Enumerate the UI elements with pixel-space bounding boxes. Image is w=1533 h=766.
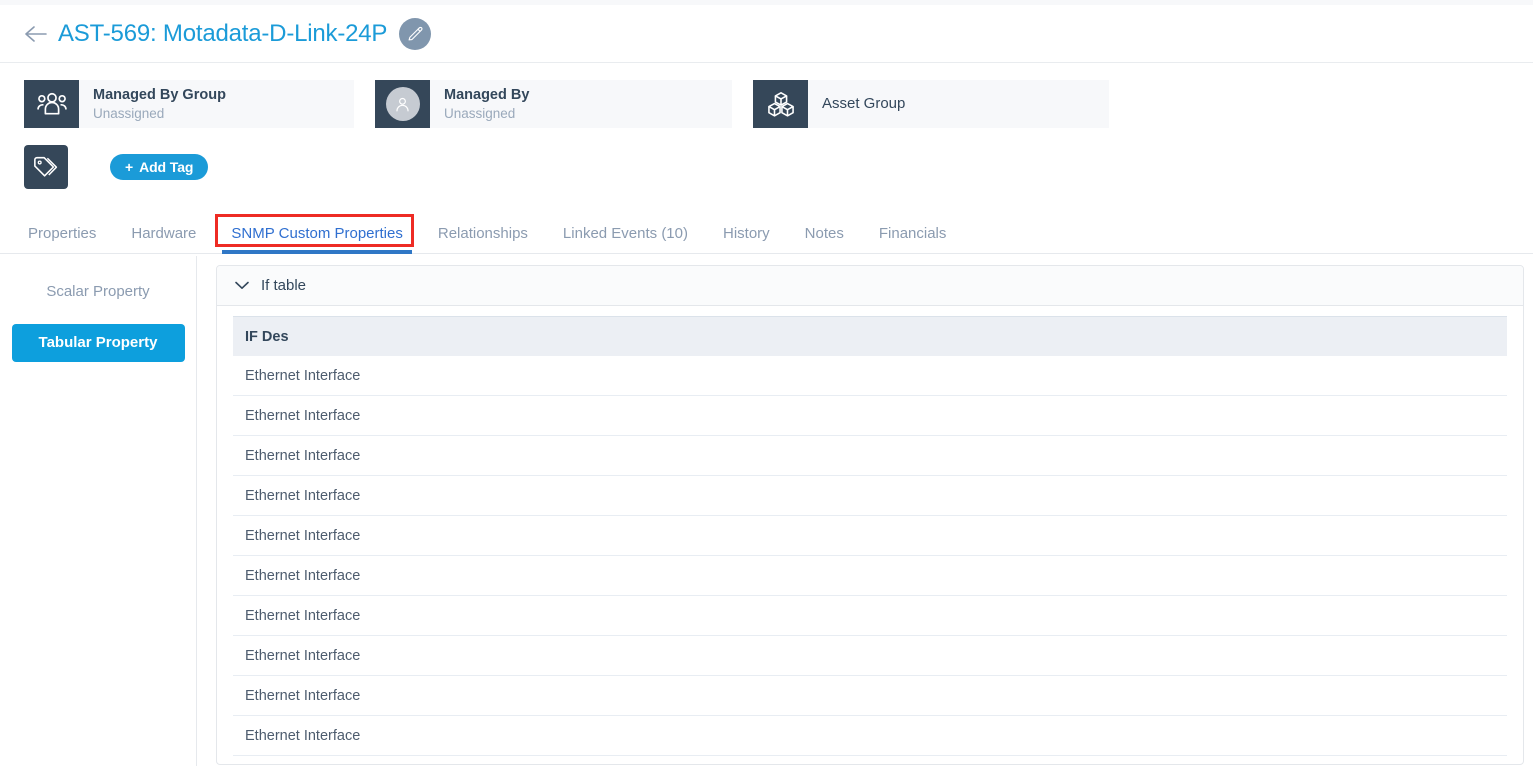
table-container: IF Des Ethernet InterfaceEthernet Interf…: [217, 306, 1523, 756]
tabs-bar: Properties Hardware SNMP Custom Properties…: [0, 214, 1533, 254]
add-tag-label: Add Tag: [139, 159, 193, 175]
card-managed-by-group[interactable]: Managed By Group Unassigned: [24, 80, 354, 128]
property-type-sidebar: Scalar Property Tabular Property: [0, 256, 197, 766]
table-cell: Ethernet Interface: [245, 608, 360, 624]
title-bar: AST-569: Motadata-D-Link-24P: [0, 5, 1533, 63]
table-cell: Ethernet Interface: [245, 528, 360, 544]
card-body: Asset Group: [808, 80, 1109, 128]
column-header: IF Des: [245, 329, 289, 345]
card-label: Managed By: [444, 87, 718, 104]
card-value: Unassigned: [444, 105, 718, 122]
table-cell: Ethernet Interface: [245, 648, 360, 664]
tab-snmp-custom-properties[interactable]: SNMP Custom Properties: [231, 225, 402, 253]
content-area: Scalar Property Tabular Property If table…: [0, 256, 1533, 766]
table-cell: Ethernet Interface: [245, 728, 360, 744]
table-cell: Ethernet Interface: [245, 448, 360, 464]
tab-properties[interactable]: Properties: [28, 225, 96, 253]
tab-relationships[interactable]: Relationships: [438, 225, 528, 253]
table-row[interactable]: Ethernet Interface: [233, 636, 1507, 676]
table-cell: Ethernet Interface: [245, 688, 360, 704]
table-row[interactable]: Ethernet Interface: [233, 516, 1507, 556]
card-body: Managed By Unassigned: [430, 80, 732, 128]
page-title: AST-569: Motadata-D-Link-24P: [58, 20, 387, 48]
card-body: Managed By Group Unassigned: [79, 80, 354, 128]
table-row[interactable]: Ethernet Interface: [233, 396, 1507, 436]
avatar: [386, 87, 420, 121]
card-label: Asset Group: [822, 80, 1095, 128]
card-managed-by[interactable]: Managed By Unassigned: [375, 80, 732, 128]
table-wrap: If table IF Des Ethernet InterfaceEthern…: [197, 256, 1533, 766]
tabular-property-panel: If table IF Des Ethernet InterfaceEthern…: [216, 265, 1524, 765]
sidebar-item-scalar-property[interactable]: Scalar Property: [0, 278, 196, 306]
plus-icon: +: [125, 159, 133, 175]
accordion-header-if-table[interactable]: If table: [217, 266, 1523, 306]
user-avatar-icon: [375, 80, 430, 128]
card-label: Managed By Group: [93, 87, 340, 104]
table-row[interactable]: Ethernet Interface: [233, 556, 1507, 596]
table-cell: Ethernet Interface: [245, 488, 360, 504]
tab-linked-events-10[interactable]: Linked Events (10): [563, 225, 688, 253]
back-arrow-icon[interactable]: [24, 22, 48, 46]
table-row[interactable]: Ethernet Interface: [233, 436, 1507, 476]
table-row[interactable]: Ethernet Interface: [233, 676, 1507, 716]
asset-detail-page: AST-569: Motadata-D-Link-24P: [0, 0, 1533, 766]
boxes-icon: [753, 80, 808, 128]
card-asset-group[interactable]: Asset Group: [753, 80, 1109, 128]
table-header-row: IF Des: [233, 317, 1507, 356]
tab-financials[interactable]: Financials: [879, 225, 947, 253]
tab-history[interactable]: History: [723, 225, 770, 253]
pencil-icon[interactable]: [399, 18, 431, 50]
table-row[interactable]: Ethernet Interface: [233, 476, 1507, 516]
table-row[interactable]: Ethernet Interface: [233, 356, 1507, 396]
accordion-title: If table: [261, 277, 306, 294]
table-row[interactable]: Ethernet Interface: [233, 596, 1507, 636]
tag-row: + Add Tag: [24, 145, 208, 189]
add-tag-button[interactable]: + Add Tag: [110, 154, 208, 180]
tags-icon: [24, 145, 68, 189]
table-cell: Ethernet Interface: [245, 408, 360, 424]
card-value: Unassigned: [93, 105, 340, 122]
table-inner: IF Des Ethernet InterfaceEthernet Interf…: [233, 316, 1507, 756]
sidebar-item-tabular-property[interactable]: Tabular Property: [12, 324, 185, 362]
tab-notes[interactable]: Notes: [805, 225, 844, 253]
table-cell: Ethernet Interface: [245, 368, 360, 384]
chevron-down-icon: [235, 281, 249, 290]
table-cell: Ethernet Interface: [245, 568, 360, 584]
table-row[interactable]: Ethernet Interface: [233, 716, 1507, 756]
people-group-icon: [24, 80, 79, 128]
table-body: Ethernet Interface Ethernet Interface Ethe…: [233, 356, 1507, 756]
tab-hardware[interactable]: Hardware: [131, 225, 196, 253]
info-cards-row: Managed By Group Unassigned Managed By U…: [24, 80, 1109, 128]
